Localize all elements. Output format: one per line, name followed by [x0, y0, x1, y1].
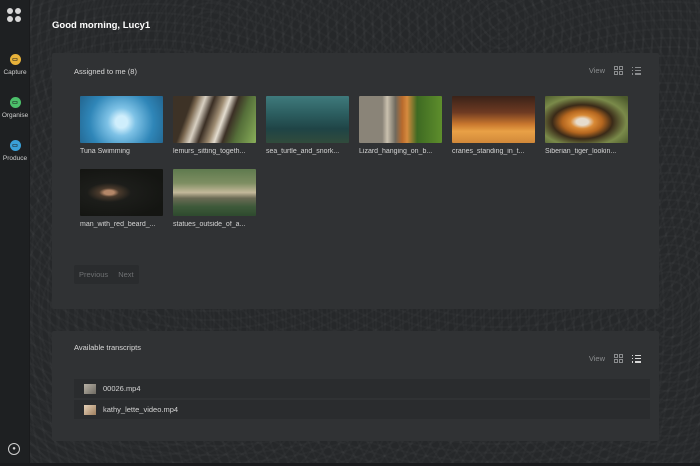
view-label: View [588, 354, 605, 363]
media-card-label: cranes_standing_in_t... [452, 148, 525, 155]
assigned-title: Assigned to me (8) [74, 67, 137, 76]
next-button[interactable]: Next [113, 265, 138, 284]
page-greeting: Good morning, Lucy1 [52, 20, 151, 31]
produce-icon: ▭ [9, 140, 21, 151]
media-card-label: man_with_red_beard_... [80, 221, 156, 228]
previous-button[interactable]: Previous [74, 265, 113, 284]
assigned-view-controls: View [589, 66, 641, 75]
transcripts-title: Available transcripts [74, 343, 141, 352]
sidebar-item-label: Capture [3, 69, 27, 76]
app-logo-icon[interactable] [7, 8, 21, 22]
media-card[interactable]: Lizard_hanging_on_b... [359, 96, 442, 155]
media-card-label: Tuna Swimming [80, 148, 130, 155]
capture-icon: ▭ [9, 54, 21, 65]
media-card[interactable]: man_with_red_beard_... [80, 169, 163, 228]
assigned-panel: Assigned to me (8) View Tuna Swimming le… [52, 53, 659, 309]
thumbnail-statues [173, 169, 256, 216]
pagination: Previous Next [74, 265, 139, 284]
transcripts-panel: Available transcripts View 00026.mp4 kat… [52, 331, 659, 441]
organise-icon: ▭ [9, 97, 21, 108]
list-view-icon[interactable] [632, 66, 641, 75]
thumbnail-underwater [80, 96, 163, 143]
thumbnail-lemurs [173, 96, 256, 143]
list-item[interactable]: kathy_lette_video.mp4 [74, 400, 650, 419]
grid-view-icon[interactable] [614, 66, 623, 75]
view-label: View [588, 66, 605, 75]
thumbnail-tiger [545, 96, 628, 143]
thumbnail-cranes [452, 96, 535, 143]
list-item[interactable]: 00026.mp4 [74, 379, 650, 398]
user-profile-icon[interactable]: ● [8, 443, 20, 455]
thumbnail-lizard [359, 96, 442, 143]
file-thumbnail [84, 383, 96, 394]
file-name: kathy_lette_video.mp4 [103, 405, 179, 414]
sidebar-item-produce[interactable]: ▭ Produce [0, 140, 30, 162]
thumbnail-sea-turtle [266, 96, 349, 143]
sidebar-item-label: Produce [2, 155, 28, 162]
media-card-label: Siberian_tiger_lookin... [545, 148, 617, 155]
media-card[interactable]: statues_outside_of_a... [173, 169, 256, 228]
transcript-list: 00026.mp4 kathy_lette_video.mp4 [74, 379, 650, 421]
file-thumbnail [84, 404, 96, 415]
media-card-label: Lizard_hanging_on_b... [359, 148, 433, 155]
file-name: 00026.mp4 [103, 384, 141, 393]
media-card[interactable]: Siberian_tiger_lookin... [545, 96, 628, 155]
thumbnail-man-beard [80, 169, 163, 216]
media-card[interactable]: Tuna Swimming [80, 96, 163, 155]
media-card[interactable]: sea_turtle_and_snork... [266, 96, 349, 155]
list-view-icon[interactable] [632, 354, 641, 363]
media-card-label: lemurs_sitting_togeth... [173, 148, 246, 155]
media-card[interactable]: lemurs_sitting_togeth... [173, 96, 256, 155]
media-card-label: sea_turtle_and_snork... [266, 148, 340, 155]
sidebar-item-organise[interactable]: ▭ Organise [0, 97, 30, 119]
sidebar-item-capture[interactable]: ▭ Capture [0, 54, 30, 76]
media-card-label: statues_outside_of_a... [173, 221, 246, 228]
sidebar-item-label: Organise [1, 112, 29, 119]
grid-view-icon[interactable] [614, 354, 623, 363]
transcripts-view-controls: View [589, 354, 641, 363]
media-card[interactable]: cranes_standing_in_t... [452, 96, 535, 155]
sidebar: ▭ Capture ▭ Organise ▭ Produce ● [0, 0, 30, 466]
